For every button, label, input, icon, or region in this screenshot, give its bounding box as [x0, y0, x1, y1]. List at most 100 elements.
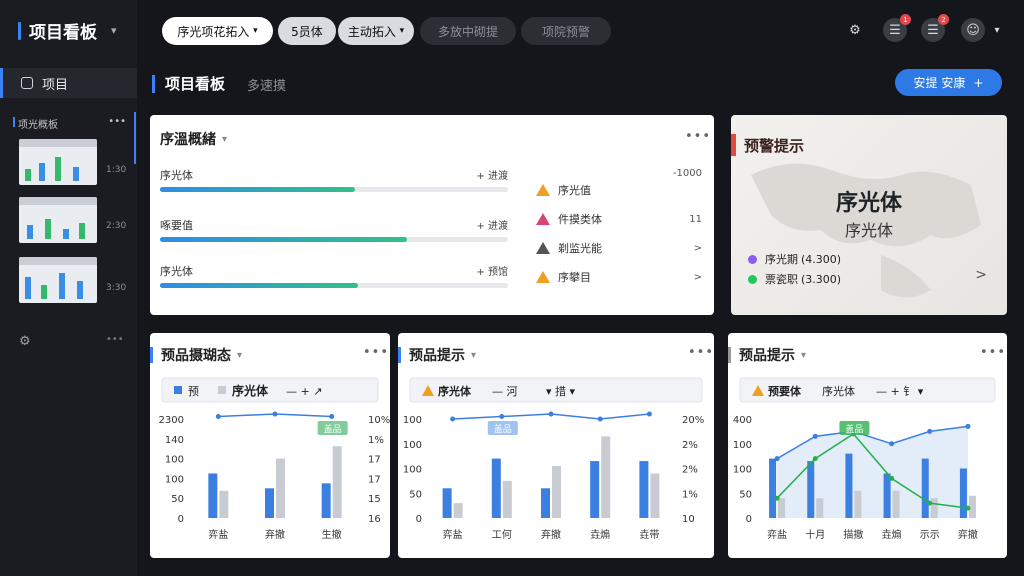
app-title-text: 项目看板: [29, 23, 97, 43]
x-tick-label: 工何: [492, 528, 512, 541]
add-button[interactable]: 安提 安康 +: [895, 69, 1002, 96]
filter-chip-3[interactable]: 主动拓入 ▾: [338, 17, 414, 45]
sidebar-item-project[interactable]: 项目: [0, 68, 137, 98]
y-tick-right: 2%: [682, 465, 698, 476]
y-tick-right: 10: [682, 514, 695, 525]
warning-icon: [536, 242, 550, 254]
y-tick-right: 10%: [368, 415, 390, 426]
bar: [265, 488, 274, 518]
x-tick-label: 十月: [805, 528, 825, 541]
x-tick-label: 弈盐: [443, 528, 463, 541]
filter-chip-5[interactable]: 项院预警: [521, 17, 611, 45]
toolbar-label: — + 钅 ▾: [876, 384, 924, 398]
value-tag: 盖品: [839, 421, 870, 435]
y-tick-left: 50: [739, 489, 752, 500]
warning-icon: [536, 184, 550, 196]
more-icon[interactable]: •••: [108, 116, 126, 131]
warning-item[interactable]: 件摸类体 11: [536, 211, 702, 227]
filter-chip-4[interactable]: 多放中砌提: [420, 17, 516, 45]
chart-toolbar[interactable]: 预要体 序光体 — + 钅 ▾: [739, 377, 996, 403]
folder-icon: [21, 77, 33, 89]
sidebar-section-label: 项光概板 •••: [13, 116, 126, 131]
chevron-down-icon: ▾: [399, 26, 405, 36]
bar: [276, 458, 285, 518]
bar: [332, 446, 342, 518]
chart-toolbar[interactable]: 序光体 — 河 ▾ 措 ▾: [409, 377, 703, 403]
progress-fill: [160, 283, 359, 288]
plus-icon: +: [973, 75, 984, 90]
sidebar: 项目看板 ▾ 项目 项光概板 ••• 1:30 2:30 3:30 ⚙ •••: [0, 0, 137, 576]
svg-text:盖品: 盖品: [324, 423, 342, 435]
y-tick-left: 100: [403, 440, 422, 451]
settings-icon[interactable]: ⚙: [19, 334, 31, 349]
warning-icon: [536, 213, 550, 225]
y-tick-right: 17: [368, 474, 381, 485]
x-tick-label: 弈盐: [767, 528, 787, 541]
app-title[interactable]: 项目看板 ▾: [18, 18, 117, 43]
legend-swatch: [174, 386, 182, 394]
chart-card-2: 预品提示 ▾ ••• 序光体 — 河 ▾ 措 ▾ 100 100 100 50 0 20% 2% 2%…: [398, 333, 714, 558]
bar: [892, 490, 900, 518]
progress-row: 啄要值 + 进渡: [160, 217, 508, 242]
avatar[interactable]: ☺: [961, 18, 985, 42]
chevron-right-icon[interactable]: >: [975, 267, 987, 283]
bar: [930, 498, 938, 518]
x-tick-label: 生撤: [322, 528, 342, 541]
alert-sub-value: 序光体: [844, 221, 893, 240]
bar: [816, 498, 824, 518]
x-tick-label: 弈盐: [208, 528, 228, 541]
value-tag: 盖品: [317, 421, 348, 435]
slide-thumbnail[interactable]: [19, 197, 97, 243]
chart-toolbar[interactable]: 预 序光体 — + ↗: [161, 377, 379, 403]
y-tick-right: 2%: [682, 440, 698, 451]
y-tick-left: 400: [733, 415, 752, 426]
x-tick-label: 弃撤: [541, 528, 561, 541]
chevron-down-icon: ▾: [253, 26, 258, 36]
more-icon[interactable]: •••: [685, 129, 711, 144]
progress-row: 序光体 + 预馆: [160, 263, 508, 288]
y-tick-left: 100: [403, 465, 422, 476]
chevron-down-icon[interactable]: ▾: [111, 24, 117, 37]
notification-icon[interactable]: ☰ 1: [883, 14, 911, 42]
y-tick-left: 0: [416, 514, 422, 525]
legend-item: 票瓷职 (3.300): [748, 271, 841, 287]
panel-title[interactable]: 序溫概緒 ▾: [160, 129, 227, 149]
bar: [219, 490, 229, 518]
x-tick-label: 弈撤: [958, 528, 978, 541]
bar: [541, 488, 550, 518]
warning-item[interactable]: 剃监光能 >: [536, 240, 702, 256]
settings-icon[interactable]: ⚙: [843, 18, 867, 42]
alert-title: 预警提示: [731, 134, 804, 156]
toolbar-label: 序光体: [438, 384, 472, 398]
warning-item[interactable]: 序光值 -1000: [536, 168, 702, 198]
bar: [778, 498, 786, 518]
page-title: 项目看板: [152, 73, 225, 94]
y-tick-left: 50: [409, 489, 422, 500]
chevron-down-icon[interactable]: ▾: [990, 18, 1004, 42]
chart-svg: 预要体 序光体 — + 钅 ▾ 400 100 100 50 0 盖品弈盐 十月 描撤 垚煽 示示 弈撤: [733, 377, 996, 541]
message-icon[interactable]: ☰ 2: [921, 14, 949, 42]
bar: [552, 466, 561, 518]
more-icon[interactable]: •••: [106, 334, 124, 345]
y-tick-left: 100: [165, 474, 184, 485]
x-tick-label: 垚煽: [882, 528, 902, 541]
filter-chip-1[interactable]: 序光项花拓入 ▾: [162, 17, 273, 45]
warning-item[interactable]: 序攀目 >: [536, 269, 702, 285]
slide-thumbnail[interactable]: [19, 257, 97, 303]
page-subtitle[interactable]: 多速摸: [247, 75, 286, 94]
toolbar-label: — 河: [492, 385, 518, 398]
bar: [883, 473, 891, 518]
y-tick-left: 100: [165, 455, 184, 466]
x-tick-label: 垚煽: [590, 528, 610, 541]
bar: [650, 473, 660, 518]
svg-text:盖品: 盖品: [494, 423, 512, 435]
chart-svg: 序光体 — 河 ▾ 措 ▾ 100 100 100 50 0 20% 2% 2% 1% 10 盖品弈盐 工何…: [403, 377, 704, 541]
filter-chip-2[interactable]: 5员体: [278, 17, 336, 45]
y-tick-right: 1%: [682, 489, 698, 500]
progress-fill: [160, 237, 408, 242]
bar: [491, 458, 501, 518]
svg-text:盖品: 盖品: [845, 423, 863, 435]
y-tick-left: 100: [403, 415, 422, 426]
scrollbar[interactable]: [134, 112, 136, 164]
slide-thumbnail[interactable]: [19, 139, 97, 185]
